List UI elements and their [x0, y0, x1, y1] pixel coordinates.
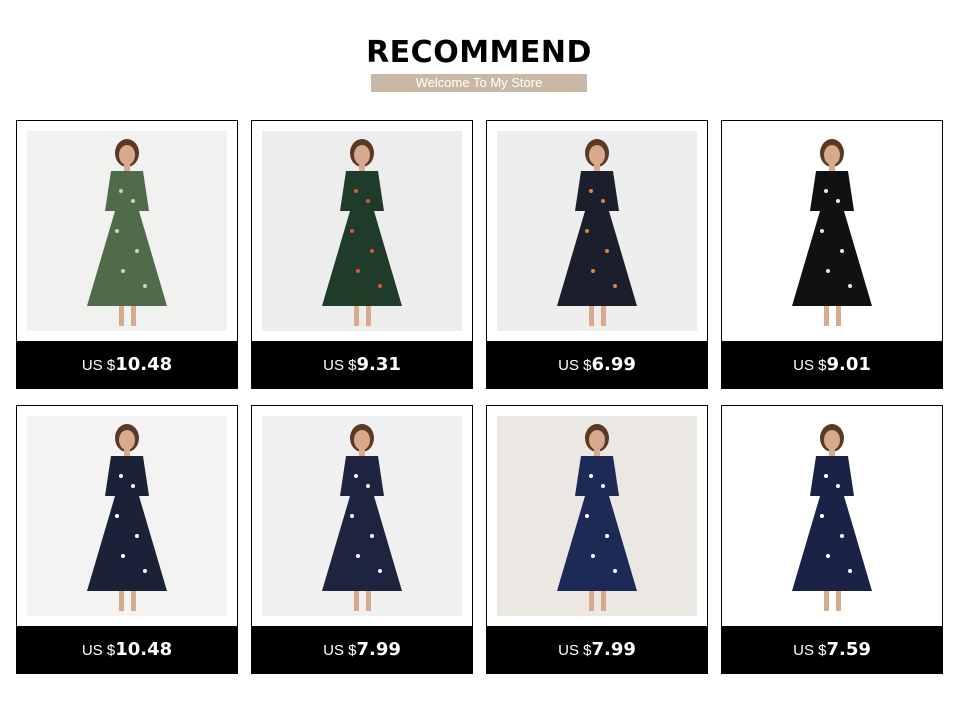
product-image-svg [262, 416, 462, 616]
price-value: 9.01 [826, 354, 871, 375]
price-currency: US $ [323, 357, 357, 374]
price-currency: US $ [558, 357, 592, 374]
price-bar: US $9.31 [251, 341, 473, 389]
price-currency: US $ [558, 642, 592, 659]
price-bar: US $7.59 [721, 626, 943, 674]
product-image-svg [27, 416, 227, 616]
navy-dot-ruffle-sleeve-dress-photo[interactable] [262, 416, 462, 616]
price-bar: US $10.48 [16, 341, 238, 389]
product-image-svg [497, 131, 697, 331]
price-bar: US $7.99 [251, 626, 473, 674]
price-currency: US $ [323, 642, 357, 659]
navy-floral-shift-dress-photo[interactable] [497, 131, 697, 331]
product-card[interactable]: US $10.48 [16, 405, 238, 674]
product-image-svg [27, 131, 227, 331]
price-value: 7.59 [826, 639, 871, 660]
price-currency: US $ [81, 357, 116, 374]
navy-dot-v-neck-dress-photo[interactable] [497, 416, 697, 616]
price-bar: US $6.99 [486, 341, 708, 389]
green-polka-dot-wrap-dress-photo[interactable] [27, 131, 227, 331]
product-card[interactable]: US $9.31 [251, 120, 473, 389]
product-card[interactable]: US $6.99 [486, 120, 708, 389]
price-value: 10.48 [115, 639, 173, 660]
welcome-banner: Welcome To My Store [371, 74, 587, 92]
tropical-print-wrap-dress-photo[interactable] [262, 131, 462, 331]
product-image-svg [732, 131, 932, 331]
price-value: 7.99 [591, 639, 636, 660]
price-currency: US $ [793, 642, 827, 659]
product-card[interactable]: US $7.99 [251, 405, 473, 674]
price-value: 6.99 [591, 354, 636, 375]
price-currency: US $ [81, 642, 116, 659]
price-value: 10.48 [115, 354, 173, 375]
product-image-svg [262, 131, 462, 331]
store-header: RECOMMEND Welcome To My Store [0, 0, 958, 110]
product-image-svg [497, 416, 697, 616]
price-bar: US $10.48 [16, 626, 238, 674]
price-bar: US $9.01 [721, 341, 943, 389]
navy-big-dot-sleeveless-dress-photo[interactable] [732, 416, 932, 616]
page-title: RECOMMEND [366, 35, 592, 70]
black-floral-ruffle-dress-photo[interactable] [732, 131, 932, 331]
price-value: 7.99 [356, 639, 401, 660]
product-image-svg [732, 416, 932, 616]
product-card[interactable]: US $7.99 [486, 405, 708, 674]
price-value: 9.31 [356, 354, 401, 375]
product-card[interactable]: US $7.59 [721, 405, 943, 674]
price-bar: US $7.99 [486, 626, 708, 674]
price-currency: US $ [793, 357, 827, 374]
product-card[interactable]: US $9.01 [721, 120, 943, 389]
product-card[interactable]: US $10.48 [16, 120, 238, 389]
navy-striped-shirt-dress-photo[interactable] [27, 416, 227, 616]
